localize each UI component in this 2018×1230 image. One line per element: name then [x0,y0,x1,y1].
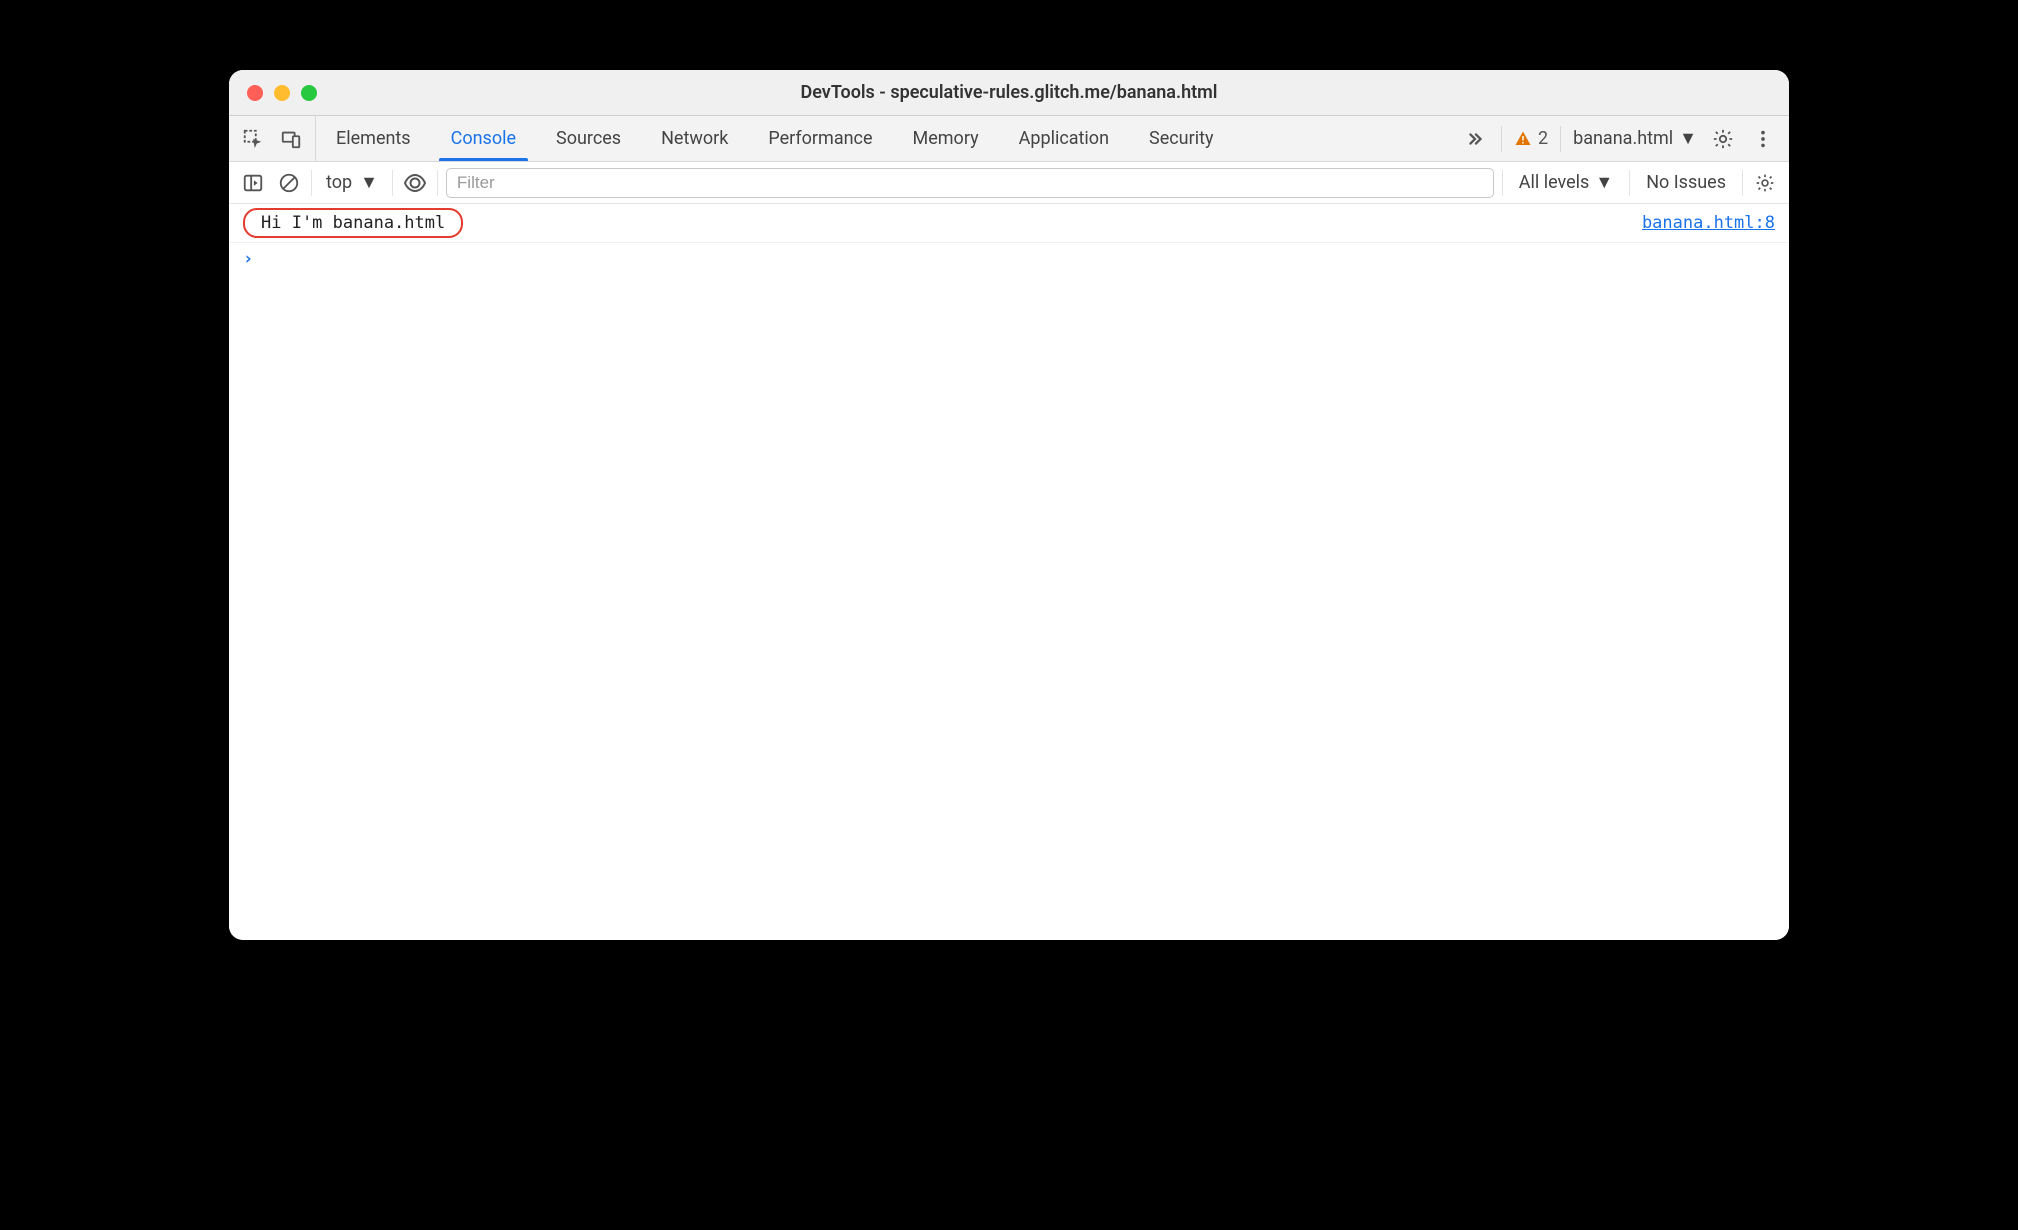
maximize-window-button[interactable] [301,85,317,101]
tab-label: Console [451,128,516,149]
settings-icon[interactable] [1709,125,1737,153]
separator [1742,170,1743,196]
traffic-lights [229,85,317,101]
separator [437,170,438,196]
warning-icon [1514,130,1532,148]
issues-button[interactable]: No Issues [1638,172,1734,193]
tab-elements[interactable]: Elements [316,116,431,161]
log-levels-selector[interactable]: All levels ▼ [1511,172,1621,193]
device-toolbar-icon[interactable] [277,125,305,153]
tab-label: Elements [336,128,411,149]
levels-label: All levels [1519,172,1590,193]
separator [1501,126,1502,152]
tab-label: Performance [768,128,872,149]
execution-context-selector[interactable]: top ▼ [320,172,384,193]
console-log-message: Hi I'm banana.html [243,208,463,238]
tabs-right-actions: 2 banana.html ▼ [1449,116,1789,161]
filter-input[interactable] [446,168,1494,198]
toggle-sidebar-icon[interactable] [239,169,267,197]
warning-count: 2 [1538,128,1548,149]
kebab-menu-icon[interactable] [1749,125,1777,153]
warnings-indicator[interactable]: 2 [1514,128,1548,149]
chevron-down-icon: ▼ [360,172,378,193]
separator [1502,170,1503,196]
close-window-button[interactable] [247,85,263,101]
minimize-window-button[interactable] [274,85,290,101]
tab-label: Security [1149,128,1213,149]
target-label: banana.html [1573,128,1673,149]
panel-tabs: Elements Console Sources Network Perform… [316,116,1233,161]
target-selector[interactable]: banana.html ▼ [1573,128,1697,149]
tab-memory[interactable]: Memory [893,116,999,161]
console-output: Hi I'm banana.html banana.html:8 › [229,204,1789,940]
prompt-chevron-icon: › [243,249,253,269]
titlebar: DevTools - speculative-rules.glitch.me/b… [229,70,1789,116]
tab-label: Application [1019,128,1109,149]
console-prompt[interactable]: › [229,243,1789,275]
tab-console[interactable]: Console [431,116,536,161]
live-expression-icon[interactable] [401,169,429,197]
tab-label: Sources [556,128,621,149]
tab-label: Memory [913,128,979,149]
separator [1629,170,1630,196]
separator [392,170,393,196]
issues-label: No Issues [1646,172,1726,193]
chevron-down-icon: ▼ [1595,172,1613,193]
devtools-window: DevTools - speculative-rules.glitch.me/b… [229,70,1789,940]
inspect-tools [229,116,316,161]
console-toolbar: top ▼ All levels ▼ No Issues [229,162,1789,204]
separator [311,170,312,196]
tab-application[interactable]: Application [999,116,1129,161]
tab-sources[interactable]: Sources [536,116,641,161]
tab-network[interactable]: Network [641,116,748,161]
chevron-down-icon: ▼ [1679,128,1697,149]
clear-console-icon[interactable] [275,169,303,197]
tab-security[interactable]: Security [1129,116,1233,161]
console-log-source-link[interactable]: banana.html:8 [1642,213,1775,233]
context-label: top [326,172,352,193]
separator [1560,126,1561,152]
window-title: DevTools - speculative-rules.glitch.me/b… [229,82,1789,103]
tab-performance[interactable]: Performance [748,116,892,161]
console-log-row: Hi I'm banana.html banana.html:8 [229,204,1789,243]
more-tabs-icon[interactable] [1461,125,1489,153]
inspect-element-icon[interactable] [239,125,267,153]
tab-label: Network [661,128,728,149]
console-settings-icon[interactable] [1751,169,1779,197]
panel-tabs-bar: Elements Console Sources Network Perform… [229,116,1789,162]
